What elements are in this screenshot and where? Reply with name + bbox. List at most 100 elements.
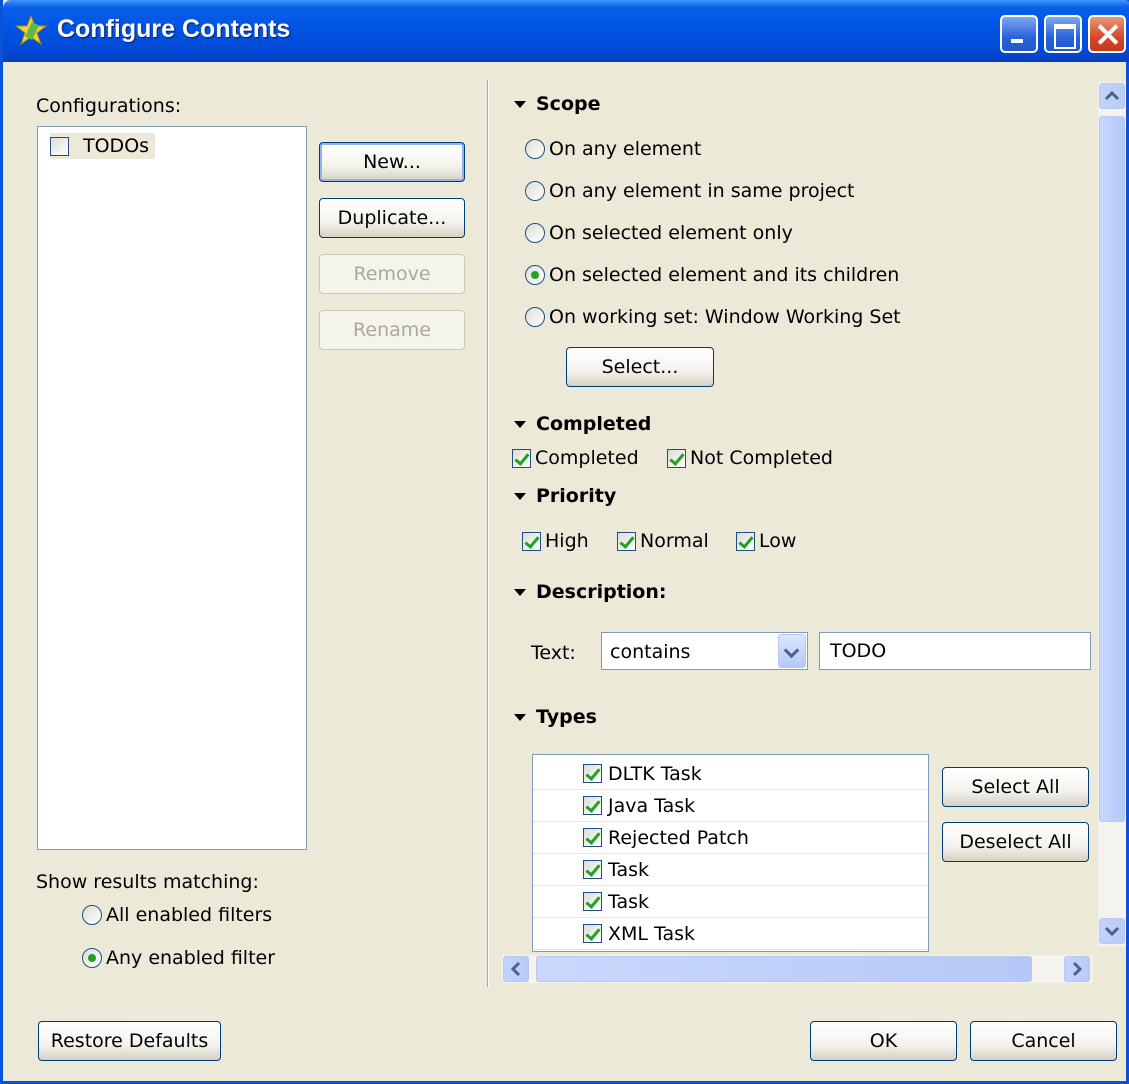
- type-label: Rejected Patch: [608, 826, 749, 849]
- scope-radio[interactable]: [525, 139, 545, 159]
- close-icon[interactable]: [1088, 15, 1126, 53]
- not-completed-label: Not Completed: [690, 447, 833, 469]
- scope-option-selected-children[interactable]: On selected element and its children: [525, 264, 899, 286]
- type-checkbox[interactable]: [583, 828, 602, 847]
- minimize-icon[interactable]: [1000, 15, 1038, 53]
- type-label: Task: [608, 890, 650, 913]
- priority-low-checkbox[interactable]: [736, 531, 755, 551]
- collapse-triangle-icon[interactable]: [514, 100, 526, 108]
- configuration-checkbox[interactable]: [50, 136, 69, 156]
- scope-option-label: On working set: Window Working Set: [549, 306, 901, 328]
- priority-heading[interactable]: Priority: [514, 485, 616, 507]
- cancel-button[interactable]: Cancel: [970, 1021, 1117, 1061]
- scope-option-label: On selected element and its children: [549, 264, 900, 286]
- remove-button[interactable]: Remove: [319, 254, 465, 294]
- match-all-radio[interactable]: [82, 905, 102, 925]
- scope-option-label: On any element in same project: [549, 180, 855, 202]
- type-checkbox[interactable]: [583, 764, 602, 783]
- completed-option[interactable]: Completed: [512, 447, 639, 469]
- types-heading-label: Types: [536, 706, 597, 728]
- type-checkbox[interactable]: [583, 796, 602, 815]
- collapse-triangle-icon[interactable]: [514, 588, 526, 596]
- scope-radio[interactable]: [525, 307, 545, 327]
- scope-option-working-set[interactable]: On working set: Window Working Set: [525, 306, 901, 328]
- priority-high-option[interactable]: High: [522, 530, 589, 552]
- priority-normal-option[interactable]: Normal: [617, 530, 709, 552]
- completed-heading-label: Completed: [536, 413, 652, 435]
- type-label: Task: [608, 858, 650, 881]
- completed-heading[interactable]: Completed: [514, 413, 651, 435]
- restore-defaults-button[interactable]: Restore Defaults: [38, 1021, 221, 1061]
- type-label: DLTK Task: [608, 762, 702, 785]
- type-checkbox[interactable]: [583, 892, 602, 911]
- rename-button[interactable]: Rename: [319, 310, 465, 350]
- collapse-triangle-icon[interactable]: [514, 420, 526, 428]
- title-bar[interactable]: Configure Contents: [3, 0, 1129, 62]
- scope-option-label: On any element: [549, 138, 702, 160]
- types-row[interactable]: DLTK Task: [533, 758, 928, 790]
- select-working-set-button[interactable]: Select...: [566, 347, 714, 387]
- match-all-label: All enabled filters: [106, 904, 273, 926]
- not-completed-checkbox[interactable]: [667, 448, 686, 468]
- list-item[interactable]: TODOs: [50, 133, 156, 159]
- type-checkbox[interactable]: [583, 860, 602, 879]
- scope-option-same-project[interactable]: On any element in same project: [525, 180, 854, 202]
- select-all-button[interactable]: Select All: [942, 767, 1089, 807]
- scroll-down-arrow-icon[interactable]: [1099, 918, 1125, 944]
- scope-heading[interactable]: Scope: [514, 93, 601, 115]
- vertical-scroll-thumb[interactable]: [1099, 116, 1125, 822]
- configurations-label: Configurations:: [36, 95, 182, 117]
- match-any-label: Any enabled filter: [106, 947, 276, 969]
- priority-normal-checkbox[interactable]: [617, 531, 636, 551]
- scope-radio[interactable]: [525, 223, 545, 243]
- priority-normal-label: Normal: [640, 530, 709, 552]
- ok-button[interactable]: OK: [810, 1021, 957, 1061]
- duplicate-button[interactable]: Duplicate...: [319, 198, 465, 238]
- scroll-left-arrow-icon[interactable]: [503, 956, 529, 982]
- scope-radio[interactable]: [525, 181, 545, 201]
- priority-heading-label: Priority: [536, 485, 617, 507]
- types-heading[interactable]: Types: [514, 706, 597, 728]
- deselect-all-button[interactable]: Deselect All: [942, 822, 1089, 862]
- types-row[interactable]: XML Task: [533, 918, 928, 950]
- type-label: Java Task: [608, 794, 696, 817]
- horizontal-scrollbar[interactable]: [502, 955, 1093, 983]
- types-row[interactable]: Task: [533, 886, 928, 918]
- horizontal-scroll-thumb[interactable]: [536, 956, 1032, 982]
- dropdown-arrow-icon[interactable]: [778, 634, 806, 668]
- types-row[interactable]: Task: [533, 854, 928, 886]
- vertical-scrollbar[interactable]: [1098, 82, 1126, 946]
- description-heading[interactable]: Description:: [514, 581, 667, 603]
- match-all-option[interactable]: All enabled filters: [82, 904, 272, 926]
- type-checkbox[interactable]: [583, 924, 602, 943]
- scope-option-selected-only[interactable]: On selected element only: [525, 222, 793, 244]
- maximize-icon[interactable]: [1044, 15, 1082, 53]
- description-text-input[interactable]: TODO: [819, 632, 1091, 670]
- configure-contents-dialog: Configure Contents Configurations: TODOs…: [0, 0, 1129, 1084]
- priority-high-label: High: [545, 530, 589, 552]
- collapse-triangle-icon[interactable]: [514, 713, 526, 721]
- scroll-up-arrow-icon[interactable]: [1099, 83, 1125, 109]
- scroll-right-arrow-icon[interactable]: [1064, 956, 1090, 982]
- priority-low-option[interactable]: Low: [736, 530, 796, 552]
- not-completed-option[interactable]: Not Completed: [667, 447, 833, 469]
- scope-radio[interactable]: [525, 265, 545, 285]
- completed-checkbox[interactable]: [512, 448, 531, 468]
- scope-option-any[interactable]: On any element: [525, 138, 701, 160]
- collapse-triangle-icon[interactable]: [514, 492, 526, 500]
- types-list[interactable]: DLTK Task Java Task Rejected Patch Task …: [532, 754, 929, 952]
- types-row[interactable]: Java Task: [533, 790, 928, 822]
- configuration-label: TODOs: [83, 135, 150, 157]
- types-row[interactable]: Rejected Patch: [533, 822, 928, 854]
- configure-contents-icon: [14, 14, 48, 46]
- pane-divider[interactable]: [487, 80, 489, 987]
- dialog-title: Configure Contents: [57, 15, 291, 43]
- text-operator-select[interactable]: contains: [601, 632, 808, 670]
- match-any-radio[interactable]: [82, 948, 102, 968]
- priority-high-checkbox[interactable]: [522, 531, 541, 551]
- new-button[interactable]: New...: [319, 142, 465, 182]
- scope-heading-label: Scope: [536, 93, 601, 115]
- configurations-list[interactable]: TODOs: [37, 126, 307, 850]
- scope-option-label: On selected element only: [549, 222, 793, 244]
- match-any-option[interactable]: Any enabled filter: [82, 947, 275, 969]
